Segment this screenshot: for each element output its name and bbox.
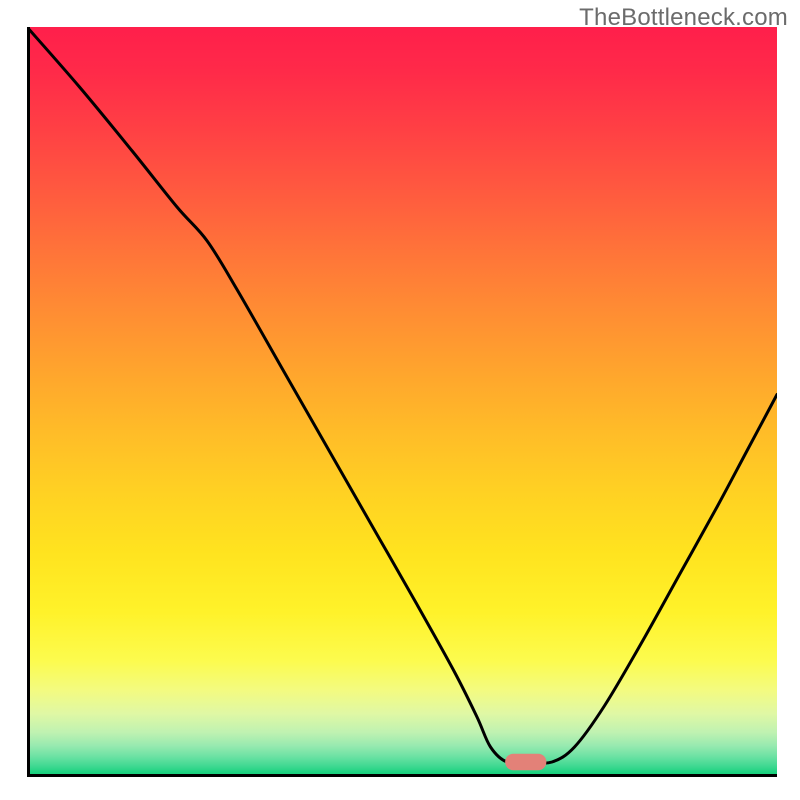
gradient-background xyxy=(27,27,777,777)
bottleneck-chart xyxy=(0,0,800,800)
chart-container: { "watermark": "TheBottleneck.com", "cha… xyxy=(0,0,800,800)
watermark-text: TheBottleneck.com xyxy=(579,4,788,32)
plot-area xyxy=(27,27,777,777)
optimal-point-marker xyxy=(505,754,546,771)
